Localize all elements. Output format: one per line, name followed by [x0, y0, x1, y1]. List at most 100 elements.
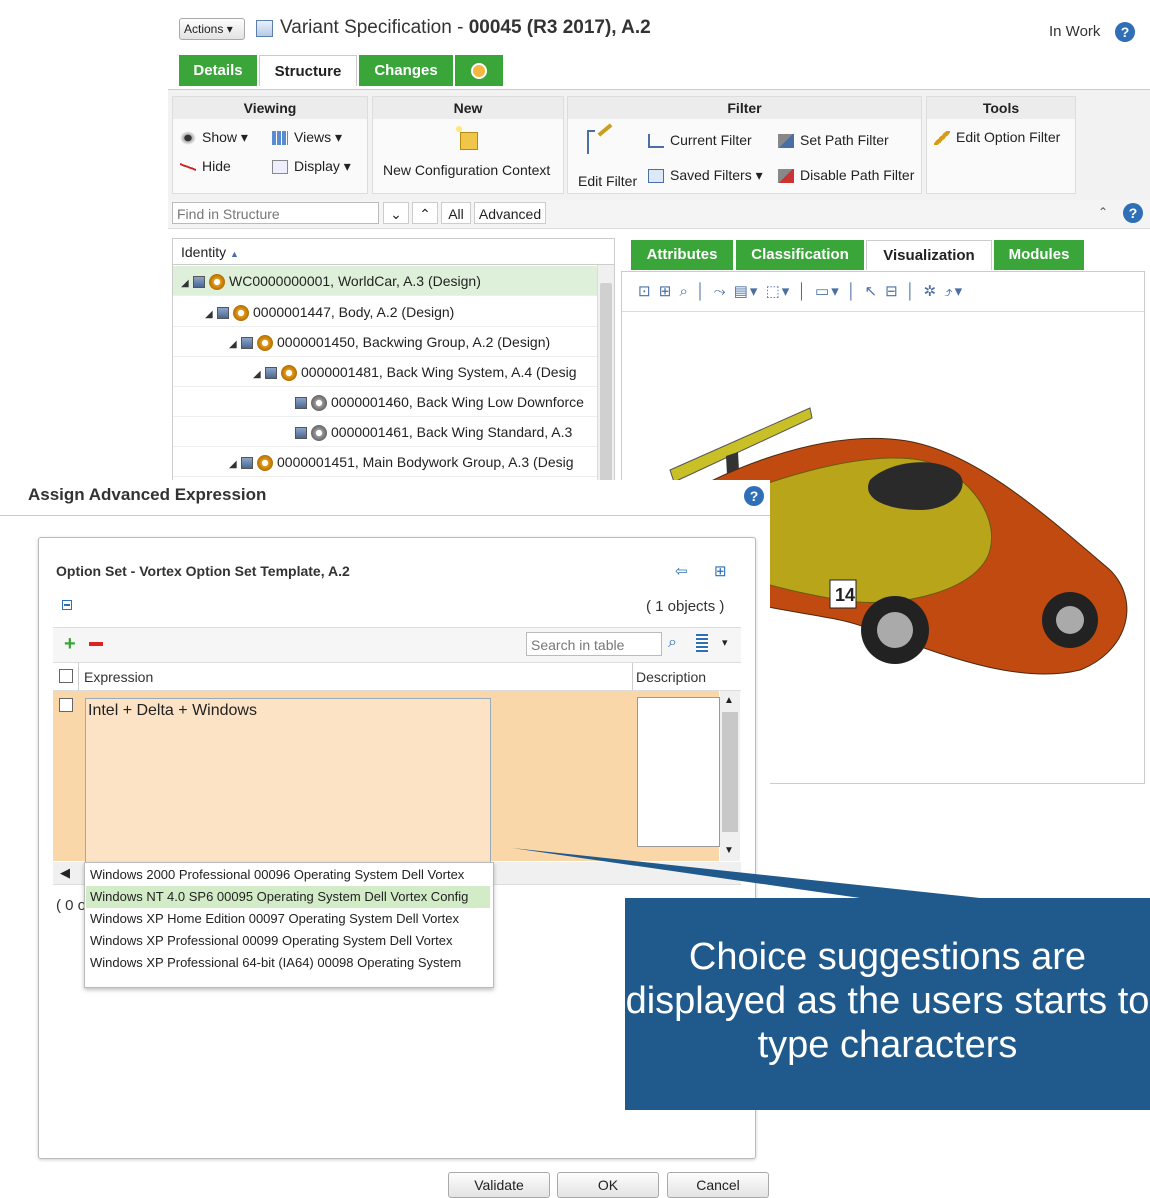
find-advanced-button[interactable]: Advanced: [474, 202, 546, 224]
export-icon[interactable]: ⇦: [675, 562, 688, 580]
show-button[interactable]: Show ▾: [180, 129, 248, 146]
hide-button[interactable]: Hide: [180, 158, 231, 175]
dialog-help-icon[interactable]: ?: [744, 486, 764, 506]
current-filter-icon: [648, 134, 664, 149]
part-checkbox-icon[interactable]: [217, 307, 229, 320]
find-all-button[interactable]: All: [441, 202, 471, 224]
new-config-context-button[interactable]: New Configuration Context: [383, 162, 550, 178]
tab-structure[interactable]: Structure: [259, 55, 357, 86]
help-icon[interactable]: ?: [1115, 22, 1135, 42]
expand-triangle-icon[interactable]: ◢: [253, 360, 265, 390]
scroll-up-icon[interactable]: ▲: [724, 695, 734, 706]
tab-details[interactable]: Details: [179, 55, 257, 86]
views-grid-icon: [272, 131, 288, 146]
structure-tree: Identity ▲ ◢ WC0000000001, WorldCar, A.3 …: [172, 238, 615, 490]
tree-row[interactable]: ◢ WC0000000001, WorldCar, A.3 (Design): [173, 266, 597, 296]
tree-row[interactable]: ◢ 0000001481, Back Wing System, A.4 (Desi…: [173, 357, 597, 387]
expand-triangle-icon[interactable]: ◢: [205, 300, 217, 330]
tab-changes[interactable]: Changes: [359, 55, 453, 86]
tab-visualization[interactable]: Visualization: [866, 240, 992, 270]
tree-row[interactable]: 0000001461, Back Wing Standard, A.3: [173, 417, 597, 447]
assembly-gear-icon: [257, 335, 273, 352]
expression-input[interactable]: [85, 698, 491, 868]
chevron-down-icon[interactable]: ▾: [722, 636, 728, 649]
tree-row[interactable]: ◢ 0000001451, Main Bodywork Group, A.3 (D…: [173, 447, 597, 477]
tree-row[interactable]: ◢ 0000001447, Body, A.2 (Design): [173, 297, 597, 327]
new-config-context-icon: [454, 124, 482, 152]
set-path-filter-label: Set Path Filter: [800, 132, 889, 148]
tree-row-label: 0000001450, Backwing Group, A.2 (Design): [277, 334, 551, 350]
collapse-icon[interactable]: [62, 600, 72, 610]
table-search-input[interactable]: Search in table: [526, 632, 662, 656]
add-row-plus-icon[interactable]: +: [64, 634, 76, 654]
suggestion-item[interactable]: Windows XP Professional 00099 Operating …: [86, 930, 490, 952]
part-checkbox-icon[interactable]: [193, 276, 205, 289]
tab-attributes[interactable]: Attributes: [631, 240, 733, 270]
disable-path-filter-button[interactable]: Disable Path Filter: [778, 167, 915, 184]
callout-text: Choice suggestions are displayed as the …: [625, 936, 1150, 1066]
add-tab-button[interactable]: [455, 55, 503, 86]
find-help-icon[interactable]: ?: [1123, 203, 1143, 223]
part-checkbox-icon[interactable]: [265, 367, 277, 380]
current-filter-button[interactable]: Current Filter: [648, 132, 752, 149]
display-button[interactable]: Display ▾: [272, 158, 351, 175]
tab-classification[interactable]: Classification: [736, 240, 864, 270]
find-prev-chevron-up-icon[interactable]: ⌃: [412, 202, 438, 224]
validate-button[interactable]: Validate: [448, 1172, 550, 1198]
ok-button[interactable]: OK: [557, 1172, 659, 1198]
saved-filters-icon: [648, 169, 664, 184]
suggestion-item[interactable]: Windows 2000 Professional 00096 Operatin…: [86, 864, 490, 886]
visualization-toolbar[interactable]: ⊡ ⊞ ⌕ │ ⤳ ▤▾ ⬚▾ │ ▭▾ │ ↖ ⊟ │ ✲ ⤴▾: [622, 272, 1144, 312]
tree-row[interactable]: ◢ 0000001450, Backwing Group, A.2 (Design…: [173, 327, 597, 357]
tree-column-header[interactable]: Identity ▲: [173, 239, 614, 265]
disable-path-filter-icon: [778, 169, 794, 184]
tree-scrollbar[interactable]: [597, 265, 614, 489]
suggestion-item-highlighted[interactable]: Windows NT 4.0 SP6 00095 Operating Syste…: [86, 886, 490, 908]
set-path-filter-button[interactable]: Set Path Filter: [778, 132, 889, 149]
suggestion-item[interactable]: Windows XP Home Edition 00097 Operating …: [86, 908, 490, 930]
table-view-icon[interactable]: ⊞: [714, 562, 727, 580]
scroll-down-icon[interactable]: ▼: [724, 845, 734, 856]
search-icon[interactable]: ⌕: [668, 634, 677, 652]
option-set-title: Option Set - Vortex Option Set Template,…: [56, 563, 350, 579]
collapse-chevrons-icon[interactable]: ⌃: [1098, 205, 1108, 219]
annotation-callout: Choice suggestions are displayed as the …: [625, 898, 1150, 1110]
part-checkbox-icon[interactable]: [241, 457, 253, 470]
tree-row-label: 0000001481, Back Wing System, A.4 (Desig: [301, 364, 577, 380]
row-checkbox[interactable]: [59, 698, 73, 712]
select-all-checkbox[interactable]: [59, 669, 73, 683]
part-checkbox-icon[interactable]: [295, 427, 307, 440]
eye-icon: [180, 131, 196, 146]
scroll-left-icon[interactable]: ◀: [60, 865, 70, 881]
part-checkbox-icon[interactable]: [295, 397, 307, 410]
column-config-icon[interactable]: [696, 634, 708, 652]
tab-modules[interactable]: Modules: [994, 240, 1084, 270]
disable-path-filter-label: Disable Path Filter: [800, 167, 915, 183]
actions-menu-button[interactable]: Actions ▾: [179, 18, 245, 40]
suggestion-dropdown: Windows 2000 Professional 00096 Operatin…: [84, 862, 494, 988]
remove-row-minus-icon[interactable]: [89, 642, 103, 646]
expression-column-header[interactable]: Expression: [84, 669, 153, 685]
tree-row-label: 0000001451, Main Bodywork Group, A.3 (De…: [277, 454, 574, 470]
assembly-gear-icon: [233, 305, 249, 322]
suggestion-item[interactable]: Windows XP Professional 64-bit (IA64) 00…: [86, 952, 490, 974]
saved-filters-button[interactable]: Saved Filters ▾: [648, 167, 763, 184]
front-wheel-rim: [877, 612, 913, 648]
find-in-structure-input[interactable]: Find in Structure: [172, 202, 379, 224]
part-checkbox-icon[interactable]: [241, 337, 253, 350]
dialog-title-bar: Assign Advanced Expression: [0, 480, 770, 516]
scrollbar-thumb[interactable]: [722, 712, 738, 832]
views-button[interactable]: Views ▾: [272, 129, 342, 146]
sort-asc-icon: ▲: [230, 249, 239, 259]
expand-triangle-icon[interactable]: ◢: [229, 330, 241, 360]
cancel-button[interactable]: Cancel: [667, 1172, 769, 1198]
tree-row[interactable]: 0000001460, Back Wing Low Downforce: [173, 387, 597, 417]
expand-triangle-icon[interactable]: ◢: [181, 269, 193, 299]
find-next-chevron-down-icon[interactable]: ⌄: [383, 202, 409, 224]
expand-triangle-icon[interactable]: ◢: [229, 450, 241, 480]
description-column-header[interactable]: Description: [636, 669, 706, 685]
description-field[interactable]: [637, 697, 720, 847]
edit-filter-button[interactable]: Edit Filter: [578, 173, 637, 189]
hide-label: Hide: [202, 158, 231, 174]
edit-option-filter-button[interactable]: Edit Option Filter: [934, 129, 1060, 146]
